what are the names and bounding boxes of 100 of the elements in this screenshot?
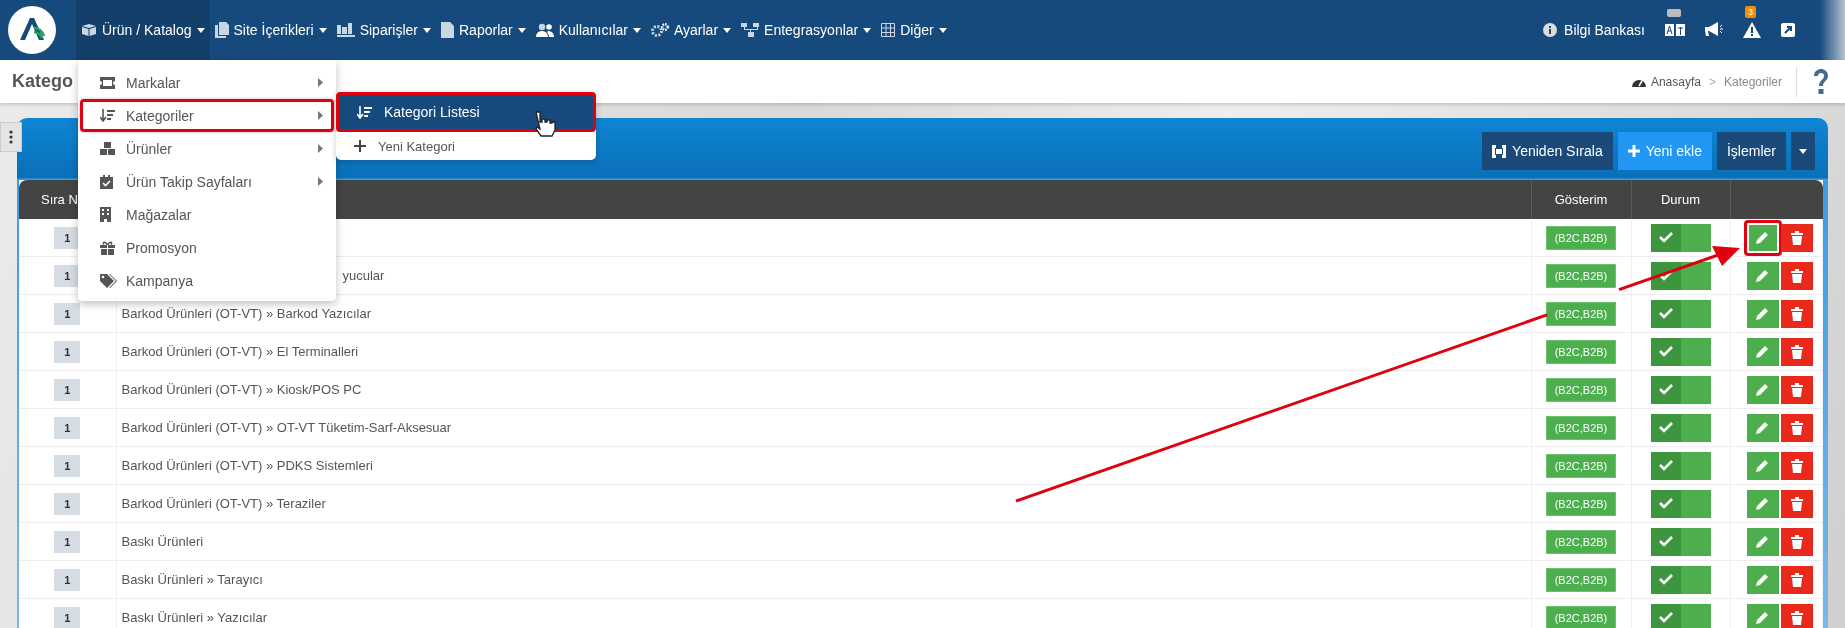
- gift-icon: [100, 240, 115, 255]
- delete-button[interactable]: [1780, 337, 1813, 366]
- category-name: Baskı Ürünleri » Yazıcılar: [121, 610, 267, 625]
- nav-menu-item[interactable]: Site İçerikleri: [209, 0, 332, 60]
- delete-button[interactable]: [1780, 223, 1813, 252]
- edit-button[interactable]: [1746, 603, 1779, 628]
- sitemap-icon: [741, 23, 760, 37]
- trash-icon: [1790, 496, 1803, 511]
- edit-button[interactable]: [1746, 337, 1779, 366]
- pencil-icon: [1756, 307, 1769, 320]
- caret-icon: [517, 27, 526, 33]
- nav-menu-item[interactable]: Ayarlar: [645, 0, 737, 60]
- plus-icon: [354, 140, 366, 152]
- order-number: 1: [54, 302, 81, 325]
- delete-button[interactable]: [1780, 451, 1813, 480]
- delete-button[interactable]: [1780, 603, 1813, 628]
- pencil-icon: [1756, 383, 1769, 396]
- edit-button[interactable]: [1746, 413, 1779, 442]
- external-link-icon[interactable]: [1781, 23, 1795, 37]
- info-icon: [1543, 23, 1558, 37]
- pencil-icon: [1756, 535, 1769, 548]
- dropdown-menu-item[interactable]: Kampanya: [80, 264, 334, 297]
- status-toggle[interactable]: [1650, 489, 1711, 518]
- caret-icon: [318, 27, 327, 33]
- status-toggle[interactable]: [1650, 261, 1711, 290]
- edit-button[interactable]: [1743, 219, 1782, 256]
- delete-button[interactable]: [1780, 565, 1813, 594]
- order-number: 1: [54, 340, 81, 363]
- edit-button[interactable]: [1746, 565, 1779, 594]
- status-toggle[interactable]: [1650, 299, 1711, 328]
- status-toggle[interactable]: [1650, 527, 1711, 556]
- caret-icon: [196, 27, 205, 33]
- dropdown-menu-item[interactable]: Kategoriler: [80, 99, 334, 132]
- megaphone-icon[interactable]: [1705, 22, 1723, 38]
- status-toggle[interactable]: [1650, 603, 1711, 628]
- trash-icon: [1790, 382, 1803, 397]
- delete-button[interactable]: [1780, 489, 1813, 518]
- nav-menu-item[interactable]: Kullanıcılar: [530, 0, 646, 60]
- reorder-button[interactable]: Yeniden Sırala: [1482, 132, 1613, 170]
- edit-button[interactable]: [1746, 261, 1779, 290]
- display-tag: (B2C,B2B): [1545, 491, 1617, 516]
- status-toggle[interactable]: [1650, 451, 1711, 480]
- pencil-icon: [1756, 269, 1769, 282]
- actions-button[interactable]: İşlemler: [1717, 132, 1786, 170]
- delete-button[interactable]: [1780, 261, 1813, 290]
- status-toggle[interactable]: [1650, 223, 1711, 252]
- hand-cursor-icon: [535, 111, 556, 137]
- category-name: Barkod Ürünleri (OT-VT) » PDKS Sistemleri: [121, 458, 373, 473]
- caret-icon: [423, 27, 431, 33]
- dropdown-menu-item[interactable]: Ürünler: [80, 132, 334, 165]
- warning-icon[interactable]: [1743, 22, 1761, 38]
- nav-menu-item[interactable]: Siparişler: [331, 0, 436, 60]
- translate-icon[interactable]: [1665, 23, 1685, 37]
- trash-icon: [1790, 610, 1803, 625]
- order-number: 1: [54, 530, 81, 553]
- edit-button[interactable]: [1746, 299, 1779, 328]
- grid-icon: [881, 23, 896, 37]
- display-tag: (B2C,B2B): [1545, 567, 1617, 592]
- plus-icon: [1627, 145, 1640, 157]
- nav-menu-item[interactable]: Entegrasyonlar: [736, 0, 877, 60]
- company-logo[interactable]: [8, 6, 56, 54]
- dropdown-toggle[interactable]: [1791, 132, 1815, 170]
- help-icon[interactable]: [1811, 67, 1831, 96]
- delete-button[interactable]: [1780, 299, 1813, 328]
- breadcrumb-current: Kategoriler: [1723, 74, 1782, 89]
- edit-button[interactable]: [1746, 527, 1779, 556]
- order-number: 1: [54, 264, 81, 287]
- breadcrumb-separator: >: [1708, 74, 1716, 89]
- side-menu-button[interactable]: [0, 122, 22, 152]
- caret-icon: [863, 27, 872, 33]
- submenu-item[interactable]: Yeni Kategori: [336, 132, 596, 160]
- boxes-icon: [81, 23, 97, 37]
- order-number: 1: [54, 606, 81, 628]
- delete-button[interactable]: [1780, 413, 1813, 442]
- status-toggle[interactable]: [1650, 413, 1711, 442]
- status-toggle[interactable]: [1650, 565, 1711, 594]
- order-number: 1: [54, 378, 81, 401]
- edit-button[interactable]: [1746, 375, 1779, 404]
- submenu-item[interactable]: Kategori Listesi: [336, 92, 596, 132]
- status-toggle[interactable]: [1650, 337, 1711, 366]
- delete-button[interactable]: [1780, 375, 1813, 404]
- display-tag: (B2C,B2B): [1545, 605, 1617, 628]
- sort-icon: [357, 105, 372, 119]
- dropdown-menu-item[interactable]: Promosyon: [80, 231, 334, 264]
- knowledge-base-link[interactable]: Bilgi Bankası: [1543, 22, 1645, 38]
- nav-menu-item[interactable]: Diğer: [876, 0, 952, 60]
- nav-menu-item[interactable]: Raporlar: [436, 0, 531, 60]
- trash-icon: [1790, 268, 1803, 283]
- dropdown-menu-item[interactable]: Markalar: [80, 66, 334, 99]
- display-tag: (B2C,B2B): [1545, 263, 1617, 288]
- breadcrumb-link[interactable]: Anasayfa: [1631, 74, 1701, 89]
- trash-icon: [1790, 572, 1803, 587]
- pencil-icon: [1756, 497, 1769, 510]
- order-number: 1: [54, 492, 81, 515]
- delete-button[interactable]: [1780, 527, 1813, 556]
- edit-button[interactable]: [1746, 489, 1779, 518]
- edit-button[interactable]: [1746, 451, 1779, 480]
- caret-icon: [632, 27, 641, 33]
- status-toggle[interactable]: [1650, 375, 1711, 404]
- nav-menu-item[interactable]: Ürün / Katalog: [76, 0, 210, 60]
